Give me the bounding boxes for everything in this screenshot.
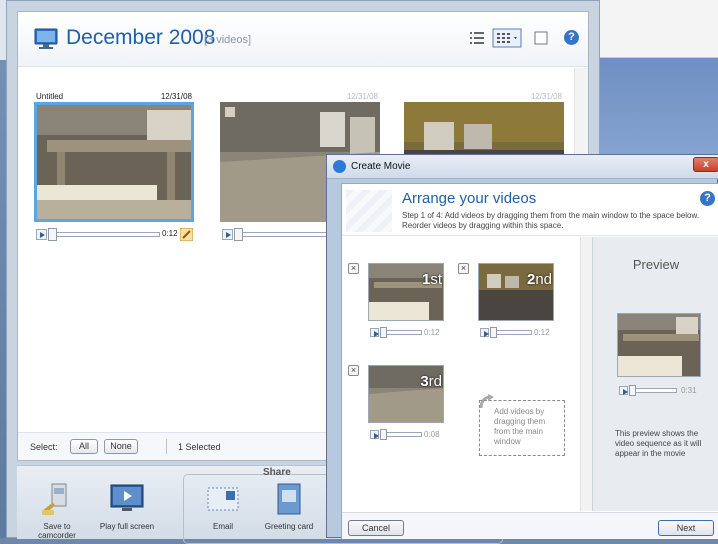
dialog-footer: Cancel Next	[342, 512, 718, 539]
selected-count: 1 Selected	[178, 442, 221, 452]
dialog-header: Arrange your videos Step 1 of 4: Add vid…	[342, 184, 718, 236]
save-to-camcorder-label: Save to camcorder	[38, 522, 76, 540]
clip-duration: 0:08	[424, 430, 440, 439]
preview-note: This preview shows the video sequence as…	[615, 429, 702, 458]
greeting-card-icon	[277, 483, 301, 515]
seek-track[interactable]	[50, 232, 160, 237]
seek-handle[interactable]	[48, 228, 57, 241]
greeting-card-button[interactable]: Greeting card	[259, 482, 319, 531]
thumbnail-view-icon[interactable]	[492, 28, 522, 48]
movie-clip-slot[interactable]: × 2nd 0:12	[458, 263, 558, 343]
video-duration: 0:12	[162, 229, 178, 238]
dialog-titlebar: Create Movie x	[327, 155, 718, 179]
seek-track[interactable]	[629, 388, 677, 393]
play-icon[interactable]	[222, 229, 233, 240]
play-icon[interactable]	[480, 328, 489, 337]
create-movie-dialog: Create Movie x Arrange your videos Step …	[326, 154, 718, 539]
movie-clip-slot[interactable]: × 3rd 0:08	[348, 365, 448, 445]
video-date: 12/31/08	[530, 92, 562, 101]
header-decoration	[346, 190, 392, 232]
background-window-panel	[600, 58, 718, 158]
divider	[166, 439, 167, 454]
camcorder-icon	[42, 483, 67, 515]
clip-duration: 0:12	[534, 328, 550, 337]
movie-clip-slot[interactable]: × 1st 0:12	[348, 263, 448, 343]
preview-pane: Preview 0:31 This preview shows the vide…	[592, 237, 718, 511]
dialog-body: Arrange your videos Step 1 of 4: Add vid…	[341, 183, 718, 539]
preview-frame	[617, 313, 701, 377]
email-button[interactable]: Email	[193, 482, 253, 531]
seek-handle[interactable]	[490, 327, 497, 338]
play-full-screen-button[interactable]: Play full screen	[97, 482, 157, 531]
add-video-drop-zone[interactable]: Add videos by dragging them from the mai…	[479, 400, 565, 456]
clip-scrubber: 0:08	[368, 429, 444, 440]
video-date: 12/31/08	[346, 92, 378, 101]
remove-clip-icon[interactable]: ×	[458, 263, 469, 274]
seek-handle[interactable]	[629, 385, 636, 396]
background-window	[600, 0, 718, 58]
greeting-card-label: Greeting card	[264, 522, 314, 531]
seek-handle[interactable]	[380, 429, 387, 440]
clip-order-label: 2nd	[526, 271, 552, 288]
clip-scrubber: 0:12	[478, 327, 554, 338]
video-scrubber: 0:12	[34, 228, 194, 241]
app-logo-icon	[333, 160, 346, 173]
play-full-screen-label: Play full screen	[99, 522, 155, 531]
select-label: Select:	[30, 442, 58, 452]
next-button[interactable]: Next	[658, 520, 714, 536]
cancel-button[interactable]: Cancel	[348, 520, 404, 536]
vertical-scrollbar[interactable]	[580, 237, 592, 511]
close-icon[interactable]: x	[693, 157, 718, 172]
dialog-title: Create Movie	[351, 161, 411, 172]
video-name: Untitled	[36, 92, 64, 101]
fullscreen-icon	[110, 484, 144, 511]
monitor-icon	[34, 28, 58, 49]
video-date: 12/31/08	[160, 92, 192, 101]
play-icon[interactable]	[619, 386, 628, 395]
arrange-area[interactable]: × 1st 0:12 × 2nd 0:12 × 3rd 0:08	[342, 237, 580, 511]
remove-clip-icon[interactable]: ×	[348, 263, 359, 274]
clip-order-label: 1st	[421, 271, 442, 288]
video-frame	[34, 102, 194, 222]
help-icon[interactable]: ?	[564, 30, 579, 45]
clip-scrubber: 0:12	[368, 327, 444, 338]
remove-clip-icon[interactable]: ×	[348, 365, 359, 376]
share-label: Share	[263, 467, 291, 478]
help-icon[interactable]: ?	[700, 191, 715, 206]
play-icon[interactable]	[370, 328, 379, 337]
step-instructions: Step 1 of 4: Add videos by dragging them…	[402, 211, 700, 230]
select-all-button[interactable]: All	[70, 439, 98, 454]
clip-duration: 0:12	[424, 328, 440, 337]
gallery-header: December 2008 [3 videos] ?	[18, 12, 588, 67]
single-view-icon[interactable]	[530, 28, 552, 48]
play-icon[interactable]	[370, 430, 379, 439]
save-to-camcorder-button[interactable]: Save to camcorder	[27, 482, 87, 540]
seek-handle[interactable]	[234, 228, 243, 241]
dialog-heading: Arrange your videos	[402, 190, 537, 207]
select-none-button[interactable]: None	[104, 439, 138, 454]
play-icon[interactable]	[36, 229, 47, 240]
preview-title: Preview	[632, 257, 680, 272]
page-title: December 2008	[66, 26, 216, 49]
video-count: [3 videos]	[204, 34, 252, 46]
clip-order-label: 3rd	[420, 373, 442, 390]
preview-scrubber: 0:31	[617, 385, 701, 396]
wrench-icon[interactable]	[180, 228, 193, 241]
email-icon	[207, 487, 239, 511]
list-view-icon[interactable]	[466, 28, 488, 48]
preview-duration: 0:31	[681, 386, 697, 395]
seek-handle[interactable]	[380, 327, 387, 338]
email-label: Email	[212, 522, 233, 531]
